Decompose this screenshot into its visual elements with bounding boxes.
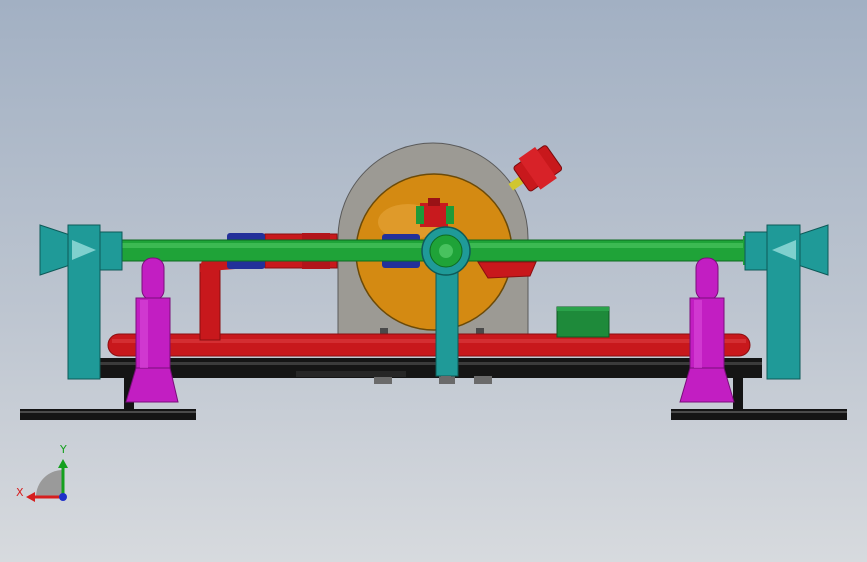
magenta-leg-right	[679, 257, 735, 403]
teal-frame-right	[744, 224, 829, 380]
triad-y-label: Y	[60, 443, 67, 456]
assembly-front-view	[20, 142, 847, 502]
triad-x-label: X	[16, 486, 24, 499]
magenta-leg-left	[125, 257, 179, 403]
cad-viewport[interactable]: Y X	[0, 0, 867, 562]
teal-frame-left	[39, 224, 123, 380]
coordinate-triad	[26, 459, 68, 502]
control-box	[556, 306, 610, 338]
